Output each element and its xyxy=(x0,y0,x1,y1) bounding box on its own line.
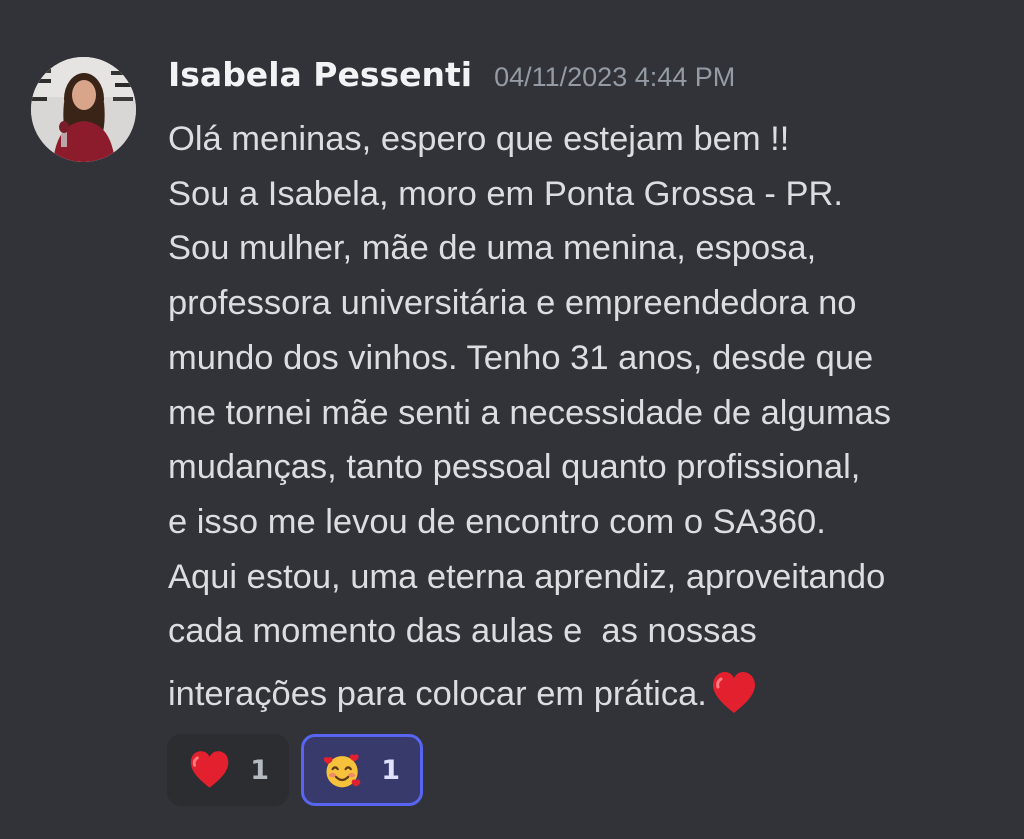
reaction-smiling-face-with-hearts[interactable]: 1 xyxy=(301,734,423,806)
message-line-last: interações para colocar em prática. xyxy=(168,659,1008,729)
red-heart-icon xyxy=(190,751,229,788)
message-line: mudanças, tanto pessoal quanto profissio… xyxy=(168,448,861,487)
reaction-count: 1 xyxy=(381,754,400,786)
timestamp: 04/11/2023 4:44 PM xyxy=(494,62,736,92)
reaction-count: 1 xyxy=(250,754,269,786)
user-avatar[interactable] xyxy=(31,57,136,162)
message-line: cada momento das aulas e as nossas xyxy=(168,612,757,651)
message-line: Sou mulher, mãe de uma menina, esposa, xyxy=(168,229,817,268)
message-line-text: interações para colocar em prática. xyxy=(168,675,707,714)
message-line: me tornei mãe senti a necessidade de alg… xyxy=(168,393,892,432)
message-content: Olá meninas, espero que estejam bem !! S… xyxy=(168,112,1008,729)
message-line: Sou a Isabela, moro em Ponta Grossa - PR… xyxy=(168,174,843,213)
avatar-photo xyxy=(31,57,136,162)
reaction-red-heart[interactable]: 1 xyxy=(167,734,289,806)
message-line: mundo dos vinhos. Tenho 31 anos, desde q… xyxy=(168,338,874,377)
message-line: e isso me levou de encontro com o SA360. xyxy=(168,502,826,541)
message-line: Olá meninas, espero que estejam bem !! xyxy=(168,120,790,158)
chat-message: Isabela Pessenti 04/11/2023 4:44 PM Olá … xyxy=(0,0,1024,839)
message-header: Isabela Pessenti 04/11/2023 4:44 PM xyxy=(168,55,735,101)
red-heart-icon xyxy=(712,672,755,714)
username[interactable]: Isabela Pessenti xyxy=(168,55,472,94)
message-line: professora universitária e empreendedora… xyxy=(168,284,857,323)
reactions-bar: 1 1 xyxy=(167,734,423,806)
smiling-face-with-hearts-icon xyxy=(323,754,361,788)
message-line: Aqui estou, uma eterna aprendiz, aprovei… xyxy=(168,557,886,596)
